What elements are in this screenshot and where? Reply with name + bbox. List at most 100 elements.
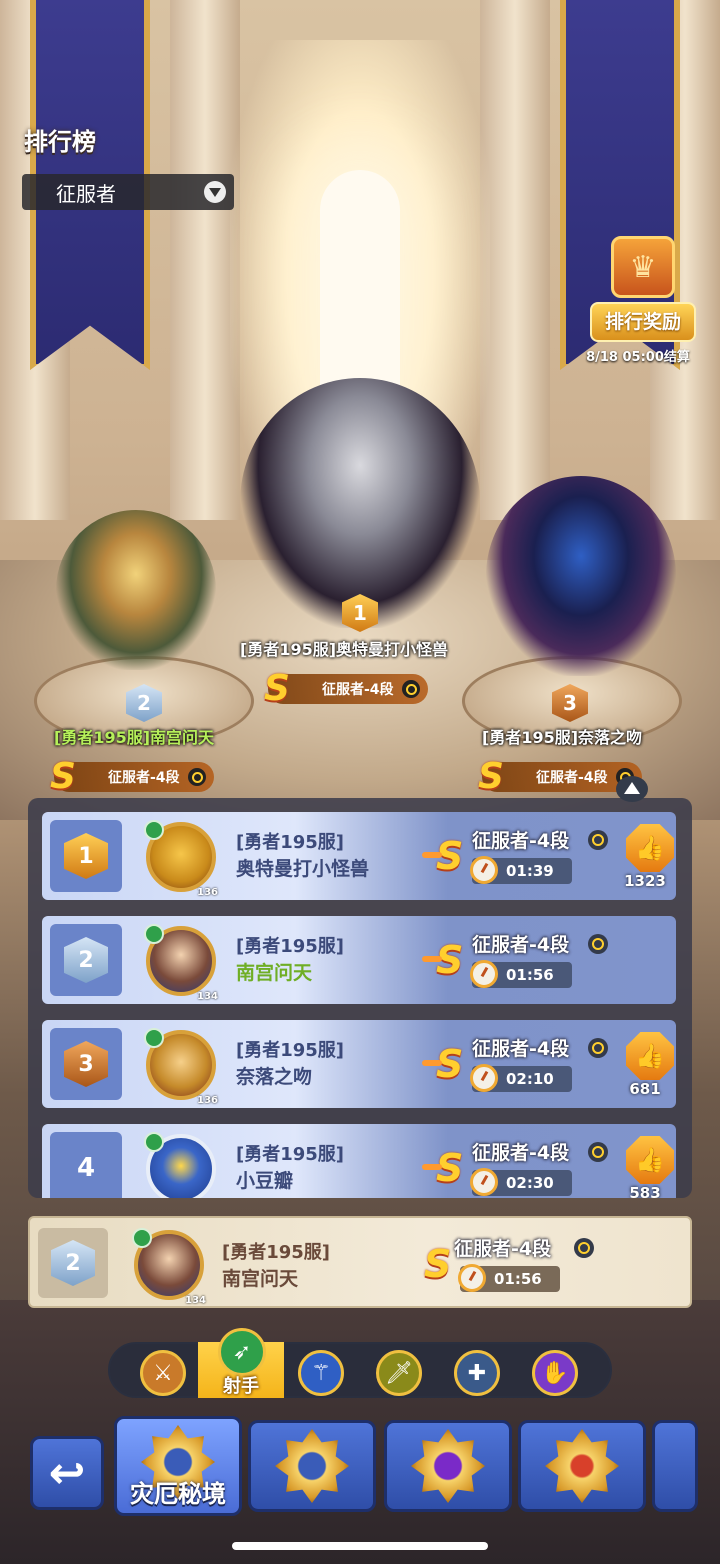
rank-cell: 1	[50, 820, 122, 892]
my-rank-row[interactable]: 2 134 [勇者195服] 南宫问天 S 征服者-4段 01:56	[28, 1216, 692, 1308]
clear-time: 02:30	[470, 1168, 572, 1196]
settle-time: 8/18 05:00结算	[586, 350, 690, 365]
s-rank-icon: S	[421, 1042, 464, 1086]
search-icon[interactable]	[588, 1142, 608, 1162]
tier-label: 征服者-4段	[472, 934, 570, 956]
filter-value: 征服者	[56, 181, 116, 206]
chevron-down-icon	[204, 181, 226, 203]
tab-archer-label: 射手	[223, 1376, 259, 1397]
like-count: 681	[629, 1080, 661, 1098]
clear-time: 01:39	[470, 856, 572, 884]
podium-character-3[interactable]	[486, 476, 676, 676]
rank-badge: 3	[64, 1041, 108, 1087]
leaderboard-row[interactable]: 1 136 [勇者195服] 奥特曼打小怪兽 S 征服者-4段 01:39 👍 …	[42, 812, 676, 900]
rank-cell: 4	[50, 1132, 122, 1198]
tier-label: 征服者-4段	[472, 1142, 570, 1164]
sword-icon[interactable]: 🗡	[376, 1350, 422, 1396]
avatar[interactable]: 136	[144, 820, 218, 898]
cross-icon[interactable]: ✚	[454, 1350, 500, 1396]
page-title: 排行榜	[24, 128, 96, 156]
compass-emblem-icon	[275, 1429, 349, 1503]
clock-icon	[470, 1064, 498, 1092]
player-name: 奈落之吻	[236, 1066, 313, 1088]
player-name: 南宫问天	[222, 1268, 299, 1290]
tier-label: 征服者-4段	[454, 1238, 552, 1260]
search-icon[interactable]	[588, 830, 608, 850]
leaderboard-list[interactable]: 1 136 [勇者195服] 奥特曼打小怪兽 S 征服者-4段 01:39 👍 …	[28, 798, 692, 1198]
thumbs-up-icon[interactable]: 👍	[626, 1032, 674, 1080]
leaderboard-row[interactable]: 2 134 [勇者195服] 南宫问天 S 征服者-4段 01:56	[42, 916, 676, 1004]
server-label: [勇者195服]	[236, 832, 345, 853]
podium-name-2: [勇者195服]南宫问天	[54, 728, 215, 747]
archer-class-icon	[144, 924, 164, 944]
server-label: [勇者195服]	[236, 1040, 345, 1061]
s-rank-icon: S	[50, 756, 76, 797]
home-indicator[interactable]	[232, 1542, 488, 1550]
clock-icon	[470, 1168, 498, 1196]
search-icon	[401, 680, 420, 698]
treasure-chest-icon: ♛	[611, 236, 675, 298]
podium-tier-2[interactable]: S 征服者-4段	[50, 756, 214, 797]
avatar[interactable]	[144, 1132, 216, 1198]
avatar-level: 134	[197, 991, 218, 1002]
podium-character-1[interactable]	[240, 378, 480, 628]
podium-tier-1[interactable]: S 征服者-4段	[264, 668, 428, 709]
podium-character-2[interactable]	[56, 510, 216, 670]
ranking-reward-button[interactable]: 排行奖励	[590, 302, 696, 342]
collapse-list-button[interactable]	[616, 776, 648, 802]
rank-badge: 1	[64, 833, 108, 879]
archer-class-icon	[132, 1228, 152, 1248]
archer-class-icon	[144, 820, 164, 840]
like-count: 1323	[624, 872, 666, 890]
thumbs-up-icon[interactable]: 👍	[626, 1136, 674, 1184]
like-count: 583	[629, 1184, 661, 1198]
leaderboard-row[interactable]: 3 136 [勇者195服] 奈落之吻 S 征服者-4段 02:10 👍 681	[42, 1020, 676, 1108]
clear-time: 01:56	[458, 1264, 560, 1292]
nav-mode-3[interactable]	[384, 1420, 512, 1512]
rank-number: 4	[76, 1153, 96, 1183]
avatar-level: 136	[197, 1095, 218, 1106]
avatar[interactable]: 136	[144, 1028, 218, 1106]
search-icon[interactable]	[574, 1238, 594, 1258]
nav-mode-2[interactable]	[248, 1420, 376, 1512]
bow-icon[interactable]: ➶	[218, 1328, 266, 1376]
archer-class-icon	[144, 1028, 164, 1048]
s-rank-icon: S	[424, 1242, 452, 1286]
server-label: [勇者195服]	[222, 1242, 331, 1263]
s-rank-icon: S	[264, 668, 290, 709]
thumbs-up-icon[interactable]: 👍	[626, 824, 674, 872]
server-label: [勇者195服]	[236, 936, 345, 957]
nav-mode-5[interactable]	[652, 1420, 698, 1512]
rank-cell: 3	[50, 1028, 122, 1100]
rank-filter-dropdown[interactable]: 征服者	[22, 174, 234, 210]
ranking-reward[interactable]: ♛ 排行奖励 8/18 05:00结算	[586, 236, 696, 365]
purple-eye-emblem-icon	[411, 1429, 485, 1503]
leaderboard-row[interactable]: 4 [勇者195服] 小豆瓣 S 征服者-4段 02:30 👍 583	[42, 1124, 676, 1198]
avatar[interactable]: 134	[132, 1228, 206, 1306]
avatar[interactable]: 134	[144, 924, 218, 1002]
clock-icon	[470, 856, 498, 884]
tier-label: 征服者-4段	[472, 830, 570, 852]
clear-time: 02:10	[470, 1064, 572, 1092]
rank-cell: 2	[50, 924, 122, 996]
back-button[interactable]: ↩	[30, 1436, 104, 1510]
clock-icon	[458, 1264, 486, 1292]
nav-calamity-realm[interactable]: 灾厄秘境	[114, 1416, 242, 1516]
magic-hand-icon[interactable]: ✋	[532, 1350, 578, 1396]
rank-badge: 2	[64, 937, 108, 983]
rank-cell: 2	[38, 1228, 108, 1298]
axe-icon[interactable]: ⚔	[140, 1350, 186, 1396]
search-icon	[187, 768, 206, 786]
search-icon[interactable]	[588, 1038, 608, 1058]
s-rank-icon: S	[421, 938, 464, 982]
clear-time: 01:56	[470, 960, 572, 988]
archer-class-icon	[144, 1132, 164, 1152]
tier-label: 征服者-4段	[472, 1038, 570, 1060]
crown-emblem-icon	[545, 1429, 619, 1503]
nav-mode-4[interactable]	[518, 1420, 646, 1512]
avatar-level: 134	[185, 1295, 206, 1306]
search-icon[interactable]	[588, 934, 608, 954]
s-rank-icon: S	[478, 756, 504, 797]
staff-icon[interactable]: ⚚	[298, 1350, 344, 1396]
player-name: 奥特曼打小怪兽	[236, 858, 370, 880]
